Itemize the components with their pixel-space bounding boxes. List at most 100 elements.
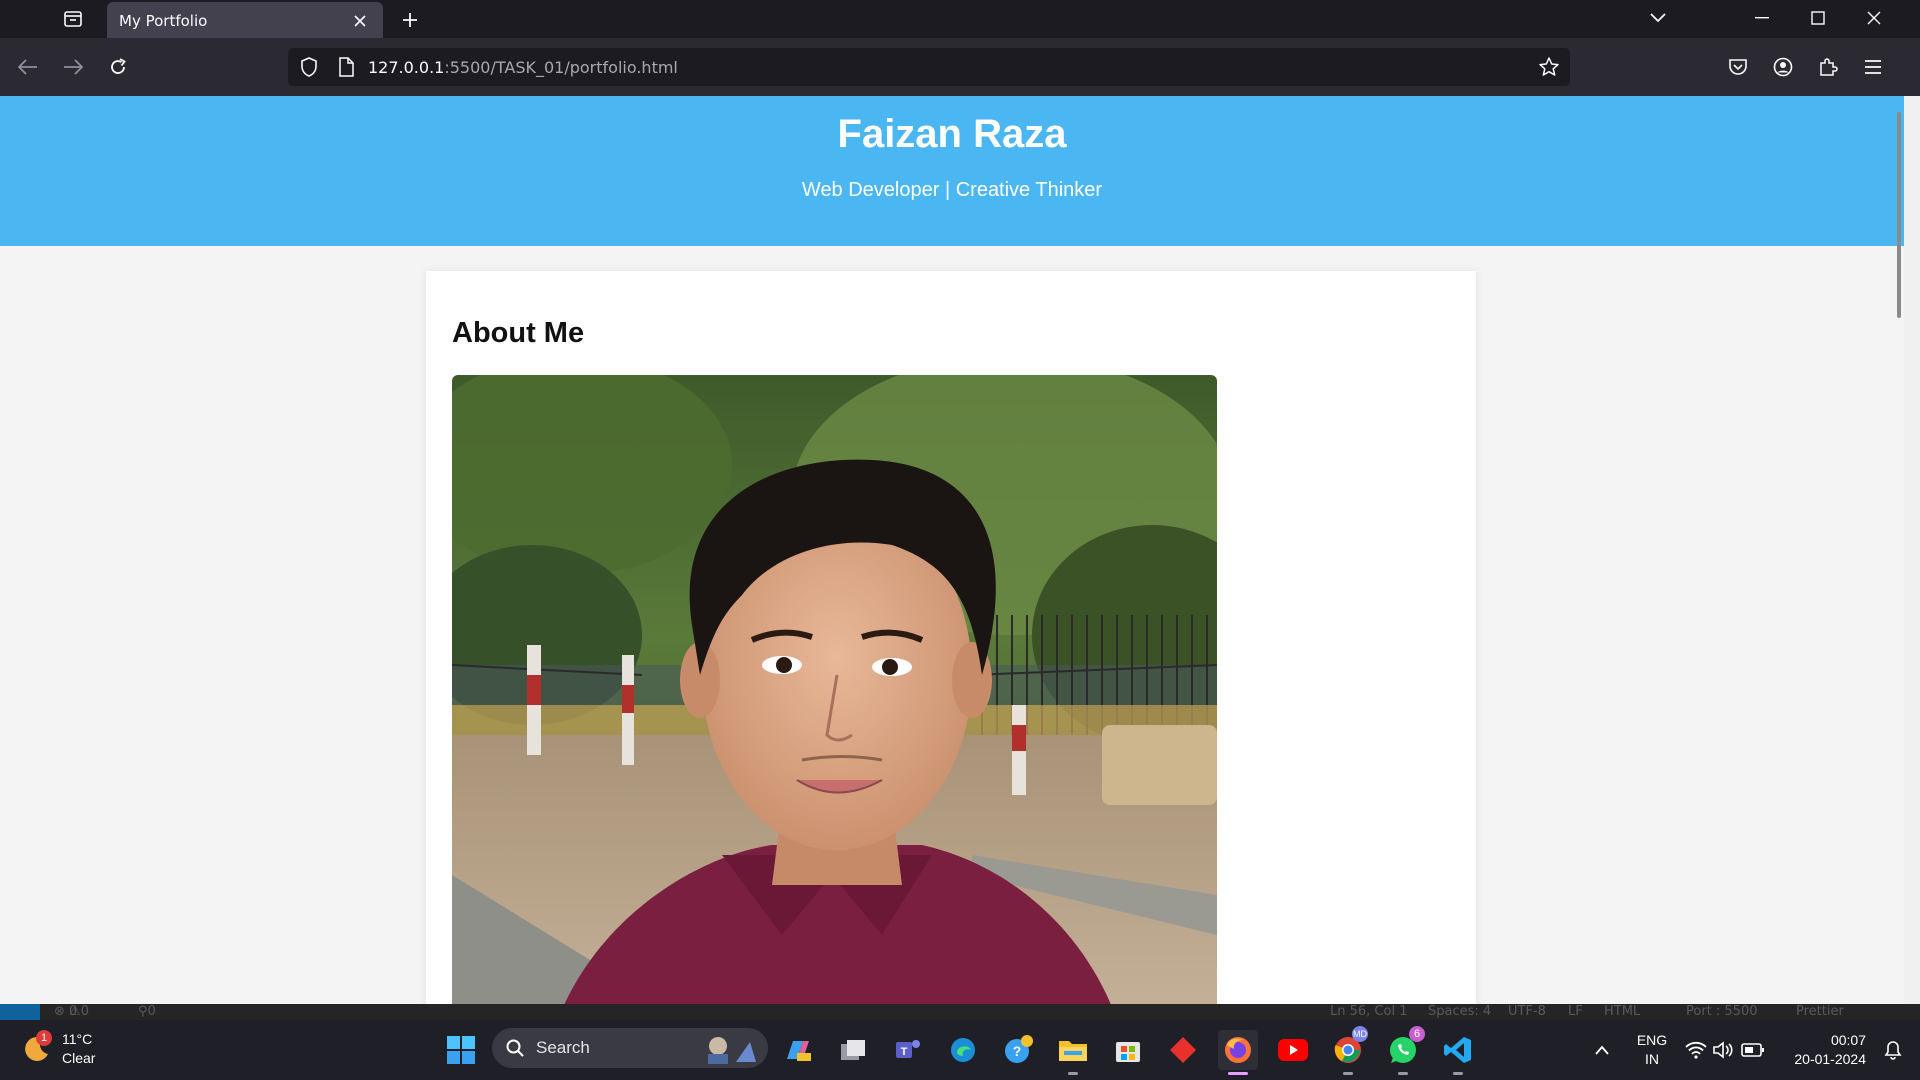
maximize-icon <box>1811 11 1825 25</box>
minimize-icon <box>1755 17 1769 19</box>
url-text[interactable]: 127.0.0.1:5500/TASK_01/portfolio.html <box>368 58 678 77</box>
account-icon <box>1773 57 1793 77</box>
warnings-value: 0 <box>80 1004 89 1019</box>
reload-icon <box>111 58 126 74</box>
bookmark-star-button[interactable] <box>1538 56 1560 78</box>
list-all-tabs-button[interactable] <box>1630 0 1686 36</box>
firefox-view-icon <box>64 11 82 27</box>
eol-setting[interactable]: LF <box>1568 1004 1583 1019</box>
pocket-button[interactable] <box>1722 51 1754 83</box>
minimize-button[interactable] <box>1734 0 1790 36</box>
notifications-button[interactable] <box>1876 1030 1910 1070</box>
weather-text: 11°C Clear <box>62 1030 95 1068</box>
language-indicator[interactable]: ENG IN <box>1632 1031 1672 1069</box>
teams-icon: T <box>896 1040 920 1058</box>
address-bar[interactable]: 127.0.0.1:5500/TASK_01/portfolio.html <box>288 48 1570 86</box>
search-icon <box>506 1039 524 1057</box>
taskbar-firefox[interactable] <box>1218 1030 1258 1070</box>
url-path: :5500/TASK_01/portfolio.html <box>444 57 678 77</box>
clock[interactable]: 00:07 20-01-2024 <box>1782 1031 1866 1069</box>
vscode-icon <box>1444 1037 1471 1063</box>
language-code: ENG <box>1636 1032 1668 1048</box>
taskbar-edge[interactable] <box>943 1030 983 1070</box>
menu-button[interactable] <box>1857 51 1889 83</box>
weather-badge: 1 <box>36 1030 52 1046</box>
diamond-icon <box>1170 1037 1196 1063</box>
indent-setting[interactable]: Spaces: 4 <box>1428 1004 1491 1019</box>
chevron-up-icon <box>1595 1045 1609 1055</box>
page-icon[interactable] <box>338 57 354 77</box>
page-title: Faizan Raza <box>837 112 1067 156</box>
new-tab-button[interactable] <box>396 6 424 34</box>
portfolio-header: Faizan Raza Web Developer | Creative Thi… <box>0 96 1904 246</box>
close-icon <box>1867 11 1881 25</box>
page-viewport: Faizan Raza Web Developer | Creative Thi… <box>0 96 1904 1004</box>
maximize-button[interactable] <box>1790 0 1846 36</box>
back-button[interactable] <box>12 51 44 83</box>
svg-text:?: ? <box>1013 1043 1022 1059</box>
chrome-running-indicator <box>1343 1072 1353 1075</box>
copilot-icon <box>787 1041 811 1061</box>
tab-my-portfolio[interactable]: My Portfolio <box>107 2 383 40</box>
chrome-profile-badge: MD <box>1352 1026 1368 1042</box>
whatsapp-unread-badge: 6 <box>1409 1026 1425 1042</box>
firefox-icon <box>1225 1037 1251 1063</box>
arrow-right-icon <box>64 59 83 75</box>
windows-logo-icon <box>447 1036 475 1064</box>
region-code: IN <box>1645 1051 1659 1067</box>
taskbar-search[interactable]: Search <box>492 1028 768 1068</box>
cursor-position[interactable]: Ln 56, Col 1 <box>1330 1004 1407 1019</box>
taskbar-vscode[interactable] <box>1438 1030 1478 1070</box>
show-hidden-icons-button[interactable] <box>1582 1030 1622 1070</box>
errors-value: 0 <box>69 1004 78 1019</box>
taskbar-git-app[interactable] <box>1163 1030 1203 1070</box>
vscode-running-indicator <box>1453 1072 1463 1075</box>
tab-close-button[interactable] <box>349 10 371 32</box>
taskbar-help[interactable]: ? <box>998 1030 1038 1070</box>
profile-photo <box>452 375 1217 1004</box>
start-button[interactable] <box>441 1030 481 1070</box>
taskbar-store[interactable] <box>1108 1030 1148 1070</box>
help-icon: ? <box>1005 1035 1033 1063</box>
search-label: Search <box>536 1038 590 1057</box>
weather-temp: 11°C <box>62 1031 93 1047</box>
arrow-left-icon <box>18 59 37 75</box>
prettier-status[interactable]: Prettier <box>1796 1004 1844 1019</box>
pocket-icon <box>1729 59 1747 75</box>
language-mode[interactable]: HTML <box>1604 1004 1640 1019</box>
taskbar-youtube[interactable] <box>1273 1030 1313 1070</box>
svg-text:T: T <box>901 1046 908 1058</box>
taskbar-chrome[interactable]: MD <box>1328 1026 1368 1070</box>
profile-photo-image <box>452 375 1217 1004</box>
page-scrollbar[interactable] <box>1904 96 1920 1004</box>
taskbar-file-explorer[interactable] <box>1053 1030 1093 1070</box>
battery-icon <box>1741 1043 1764 1057</box>
wifi-icon <box>1685 1041 1707 1059</box>
quick-settings-button[interactable] <box>1680 1030 1770 1070</box>
plus-icon <box>403 13 417 27</box>
edge-icon <box>951 1038 975 1062</box>
encoding-setting[interactable]: UTF-8 <box>1508 1004 1546 1019</box>
account-button[interactable] <box>1767 51 1799 83</box>
errors-count[interactable]: ⊗ 0 ⚠ 0 <box>54 1004 89 1019</box>
shield-icon[interactable] <box>300 57 318 77</box>
extensions-button[interactable] <box>1812 51 1844 83</box>
close-window-button[interactable] <box>1846 0 1902 36</box>
tab-bar: My Portfolio <box>0 0 1920 40</box>
puzzle-icon <box>1820 58 1838 76</box>
weather-widget[interactable]: 1 11°C Clear <box>22 1030 95 1068</box>
reload-button[interactable] <box>102 51 134 83</box>
taskbar-copilot[interactable] <box>778 1030 818 1070</box>
tagline: Web Developer | Creative Thinker <box>801 179 1103 201</box>
ports-count[interactable]: ⚲ 0 <box>138 1004 156 1019</box>
live-server-port[interactable]: Port : 5500 <box>1686 1004 1758 1019</box>
firefox-view-button[interactable] <box>56 5 90 33</box>
remote-indicator[interactable] <box>0 1004 40 1020</box>
forward-button[interactable] <box>57 51 89 83</box>
scrollbar-thumb[interactable] <box>1897 112 1901 318</box>
close-icon <box>354 15 366 27</box>
tab-title: My Portfolio <box>119 12 208 30</box>
taskbar-teams[interactable]: T <box>888 1030 928 1070</box>
taskbar-whatsapp[interactable]: 6 <box>1383 1026 1425 1070</box>
taskbar-task-view[interactable] <box>833 1030 873 1070</box>
